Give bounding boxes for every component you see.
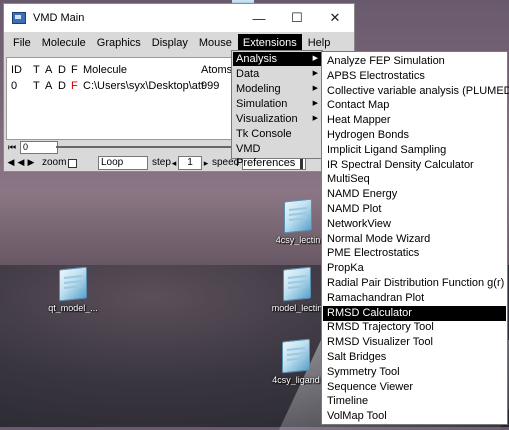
analysis-item-radial-pair-distribution-function-g-r[interactable]: Radial Pair Distribution Function g(r) — [323, 276, 506, 291]
extensions-menu: Analysis ▶ Data ▶ Modeling ▶ Simulation ▶ Vi… — [231, 50, 323, 169]
analysis-item-collective-variable-analysis-plumed[interactable]: Collective variable analysis (PLUMED) — [323, 84, 509, 99]
analysis-item-namd-energy[interactable]: NAMD Energy — [323, 187, 506, 202]
submenu-arrow-icon: ▶ — [312, 115, 318, 122]
extensions-item-modeling[interactable]: Modeling ▶ — [233, 82, 321, 96]
analysis-item-ir-spectral-density-calculator[interactable]: IR Spectral Density Calculator — [323, 158, 506, 173]
analysis-item-propka[interactable]: PropKa — [323, 261, 506, 276]
col-fixed: F — [71, 64, 78, 76]
analysis-item-volmap-tool[interactable]: VolMap Tool — [323, 409, 506, 424]
analysis-item-timeline[interactable]: Timeline — [323, 394, 506, 409]
close-button[interactable]: ✕ — [316, 4, 354, 32]
desktop-icon-qt-model[interactable]: qt_model_... — [38, 266, 108, 313]
submenu-arrow-icon: ▶ — [312, 85, 318, 92]
top-flag[interactable]: T — [33, 80, 40, 92]
menu-item-label: Data — [236, 68, 260, 80]
analysis-item-heat-mapper[interactable]: Heat Mapper — [323, 113, 506, 128]
col-id: ID — [11, 64, 22, 76]
file-icon — [283, 266, 311, 302]
molecule-id: 0 — [11, 80, 18, 92]
extensions-item-vmd-preferences[interactable]: VMD Preferences — [233, 142, 321, 169]
analysis-item-pme-electrostatics[interactable]: PME Electrostatics — [323, 246, 506, 261]
analysis-item-rmsd-visualizer-tool[interactable]: RMSD Visualizer Tool — [323, 335, 506, 350]
minimize-button[interactable]: — — [240, 4, 278, 32]
zoom-label: zoom — [42, 157, 67, 168]
file-icon — [59, 266, 87, 302]
menu-item-label: Visualization — [236, 113, 298, 125]
analysis-item-normal-mode-wizard[interactable]: Normal Mode Wizard — [323, 232, 506, 247]
maximize-button[interactable]: ☐ — [278, 4, 316, 32]
molecule-name: C:\Users\syx\Desktop\att — [83, 80, 205, 92]
analysis-item-rmsd-trajectory-tool[interactable]: RMSD Trajectory Tool — [323, 320, 506, 335]
menu-item-label: Analysis — [236, 53, 277, 65]
col-atoms: Atoms — [201, 64, 233, 76]
title-bar[interactable]: VMD Main — ☐ ✕ — [4, 4, 354, 32]
zoom-checkbox[interactable] — [68, 158, 77, 169]
extensions-item-data[interactable]: Data ▶ — [233, 67, 321, 81]
file-icon — [282, 338, 310, 374]
analysis-item-analyze-fep-simulation[interactable]: Analyze FEP Simulation — [323, 54, 506, 69]
extensions-item-visualization[interactable]: Visualization ▶ — [233, 112, 321, 126]
analysis-item-contact-map[interactable]: Contact Map — [323, 98, 506, 113]
analysis-item-salt-bridges[interactable]: Salt Bridges — [323, 350, 506, 365]
col-molecule: Molecule — [83, 64, 128, 76]
analysis-item-rmsd-calculator[interactable]: RMSD Calculator — [323, 305, 506, 321]
step-value-field[interactable]: 1 — [178, 156, 202, 170]
analysis-item-implicit-ligand-sampling[interactable]: Implicit Ligand Sampling — [323, 143, 506, 158]
step-increase-icon[interactable]: ▸ — [202, 157, 210, 169]
menu-display[interactable]: Display — [147, 34, 193, 52]
step-decrease-icon[interactable]: ◂ — [170, 157, 178, 169]
analysis-item-namd-plot[interactable]: NAMD Plot — [323, 202, 506, 217]
desktop-icon-label: qt_model_... — [48, 303, 98, 313]
play-forward-icon[interactable]: ▶ — [26, 156, 36, 168]
vmd-app-icon — [12, 12, 26, 24]
menu-item-label: Modeling — [236, 83, 281, 95]
atom-count: 999 — [201, 80, 220, 92]
extensions-item-analysis[interactable]: Analysis ▶ — [233, 52, 321, 66]
col-top: T — [33, 64, 40, 76]
menu-item-label: Simulation — [236, 98, 288, 110]
frame-field[interactable]: 0 — [20, 141, 58, 154]
step-label: step — [152, 157, 171, 168]
analysis-item-multiseq[interactable]: MultiSeq — [323, 172, 506, 187]
file-icon — [284, 198, 312, 234]
submenu-arrow-icon: ▶ — [312, 100, 318, 107]
analysis-item-hydrogen-bonds[interactable]: Hydrogen Bonds — [323, 128, 506, 143]
active-flag[interactable]: A — [45, 80, 52, 92]
analysis-item-apbs-electrostatics[interactable]: APBS Electrostatics — [323, 69, 506, 84]
menu-item-label: VMD Preferences — [236, 143, 296, 169]
rewind-to-start-icon[interactable]: ⏮ — [6, 141, 18, 153]
menu-graphics[interactable]: Graphics — [92, 34, 146, 52]
menu-file[interactable]: File — [8, 34, 36, 52]
extensions-item-simulation[interactable]: Simulation ▶ — [233, 97, 321, 111]
analysis-submenu: Analyze FEP Simulation APBS Electrostatic… — [321, 51, 509, 425]
menu-item-label: Tk Console — [236, 128, 292, 140]
submenu-arrow-icon: ▶ — [312, 55, 318, 62]
col-active: A — [45, 64, 53, 76]
play-reverse-icon[interactable]: ◀ — [16, 156, 26, 168]
drawn-flag[interactable]: D — [58, 80, 66, 92]
analysis-item-ramachandran-plot[interactable]: Ramachandran Plot — [323, 291, 506, 306]
menu-molecule[interactable]: Molecule — [37, 34, 91, 52]
loop-mode-select[interactable]: Loop — [98, 156, 148, 170]
extensions-item-tk-console[interactable]: Tk Console — [233, 127, 321, 141]
fixed-flag[interactable]: F — [71, 80, 78, 92]
submenu-arrow-icon: ▶ — [312, 70, 318, 77]
window-title: VMD Main — [33, 12, 85, 24]
analysis-item-networkview[interactable]: NetworkView — [323, 217, 506, 232]
col-drawn: D — [58, 64, 66, 76]
analysis-item-symmetry-tool[interactable]: Symmetry Tool — [323, 365, 506, 380]
step-back-icon[interactable]: ◀ — [6, 156, 16, 168]
analysis-item-sequence-viewer[interactable]: Sequence Viewer — [323, 380, 506, 395]
